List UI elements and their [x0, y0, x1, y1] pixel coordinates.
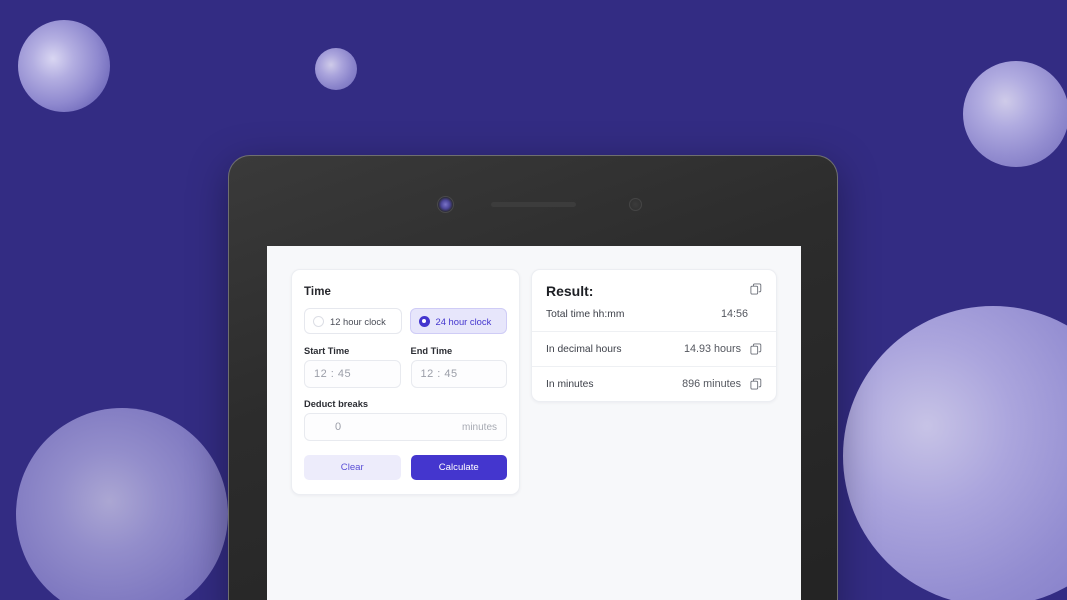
proximity-sensor-icon: [629, 198, 642, 211]
result-row-minutes-value-group: 896 minutes: [682, 378, 762, 390]
decorative-sphere-top-right: [963, 61, 1067, 167]
decorative-sphere-top-left: [18, 20, 110, 112]
radio-circle-selected-icon: [418, 315, 430, 327]
tablet-device: Time 12 hour clock 24 hour clock Start T…: [228, 155, 838, 600]
result-row-decimal-hours-value: 14.93 hours: [683, 343, 741, 355]
result-row-minutes-label: In minutes: [546, 378, 594, 390]
result-row-total-time-value: 14:56: [720, 308, 748, 320]
result-row-decimal-hours-value-group: 14.93 hours: [684, 343, 762, 355]
copy-icon[interactable]: [750, 378, 762, 390]
copy-icon[interactable]: [750, 343, 762, 355]
result-header: Result: Total time hh:mm 14:56: [532, 270, 776, 331]
deduct-breaks-value: 0: [335, 421, 342, 433]
time-input-card: Time 12 hour clock 24 hour clock Start T…: [291, 269, 520, 495]
tablet-bezel: [229, 156, 837, 242]
decorative-sphere-bottom-left-back: [0, 343, 134, 541]
decorative-sphere-bottom-left-front: [16, 408, 228, 600]
result-row-minutes: In minutes 896 minutes: [532, 366, 776, 401]
end-time-label: End Time: [410, 346, 453, 356]
start-time-input[interactable]: 12 : 45: [304, 360, 401, 388]
result-card: Result: Total time hh:mm 14:56 In decima…: [531, 269, 777, 402]
form-actions: Clear Calculate: [304, 455, 507, 480]
clear-button[interactable]: Clear: [304, 455, 401, 480]
tablet-screen: Time 12 hour clock 24 hour clock Start T…: [267, 246, 801, 600]
calculate-button[interactable]: Calculate: [410, 455, 507, 480]
end-time-group: End Time 12 : 45: [410, 346, 507, 388]
result-row-minutes-value: 896 minutes: [682, 378, 741, 390]
radio-option-12-hour-label: 12 hour clock: [330, 315, 386, 327]
speaker-grille-icon: [491, 202, 576, 207]
decorative-sphere-bottom-right: [843, 306, 1067, 600]
start-time-group: Start Time 12 : 45: [304, 346, 401, 388]
result-row-decimal-hours-label: In decimal hours: [546, 343, 622, 355]
result-title: Result:: [546, 283, 594, 299]
result-row-total-time: Total time hh:mm 14:56: [546, 308, 762, 320]
start-time-value: 12 : 45: [314, 368, 352, 380]
radio-circle-icon: [313, 315, 324, 327]
deduct-breaks-input[interactable]: 0 minutes: [304, 413, 507, 441]
start-time-label: Start Time: [304, 346, 350, 356]
result-row-total-time-label: Total time hh:mm: [546, 308, 625, 320]
result-row-decimal-hours: In decimal hours 14.93 hours: [532, 331, 776, 366]
radio-option-24-hour-label: 24 hour clock: [435, 315, 492, 327]
time-fields-row: Start Time 12 : 45 End Time 12 : 45: [304, 346, 507, 388]
page-title: Time: [304, 286, 332, 298]
camera-icon: [437, 196, 454, 213]
end-time-value: 12 : 45: [420, 368, 458, 380]
end-time-input[interactable]: 12 : 45: [410, 360, 507, 388]
radio-option-24-hour[interactable]: 24 hour clock: [409, 308, 507, 334]
deduct-breaks-label: Deduct breaks: [304, 399, 369, 409]
screenshot-stage: Time 12 hour clock 24 hour clock Start T…: [0, 0, 1067, 600]
radio-option-12-hour[interactable]: 12 hour clock: [304, 308, 402, 334]
deduct-breaks-unit: minutes: [461, 421, 497, 433]
clock-format-group: 12 hour clock 24 hour clock: [304, 308, 507, 334]
copy-icon[interactable]: [750, 283, 762, 295]
decorative-sphere-small-top: [315, 48, 357, 90]
